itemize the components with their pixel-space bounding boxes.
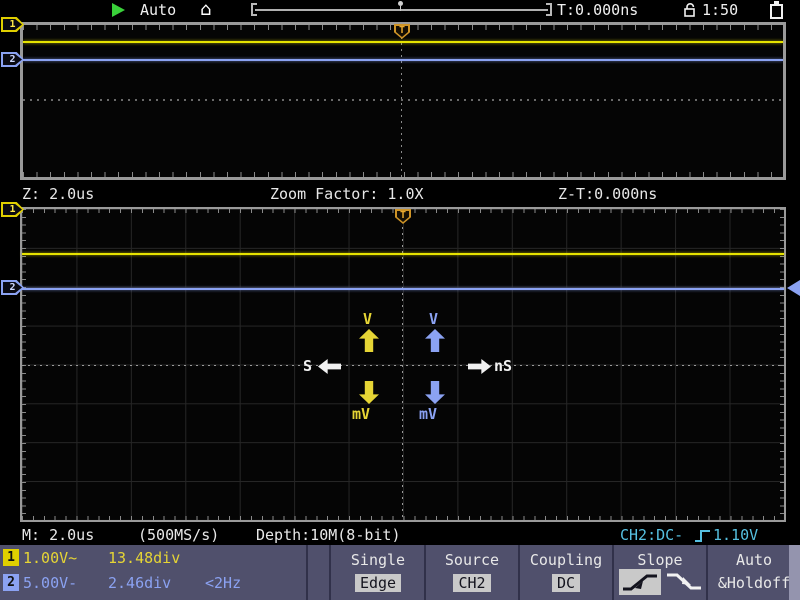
menu-separator [306, 545, 308, 600]
ch2-scale-label: 5.00V- [23, 574, 77, 592]
trigger-source-label: CH2:DC- [620, 526, 683, 544]
trigger-position-marker-main[interactable]: T [395, 209, 411, 224]
ch1-millivolts-down-arrow-icon [359, 381, 379, 404]
ch2-badge[interactable]: 2 [3, 574, 19, 591]
zoom-overview-window: T [20, 22, 786, 180]
menu-button-coupling[interactable]: Coupling DC [519, 545, 613, 600]
ch2-millivolts-hint-label: mV [419, 405, 437, 423]
acquisition-status-bar: M: 2.0us (500MS/s) Depth:10M(8-bit) CH2:… [0, 523, 800, 545]
menu-right-strip [789, 545, 800, 600]
zoom-scale-label: Z: 2.0us [22, 185, 94, 203]
unlock-icon [683, 3, 698, 17]
ch1-volts-up-arrow-icon [359, 329, 379, 352]
menu-button-auto-holdoff[interactable]: Auto &Holdoff [707, 545, 800, 600]
zoom-factor-label: Zoom Factor: 1.0X [270, 185, 424, 203]
probe-ratio-label: 1:50 [702, 1, 738, 19]
overview-center-vertical-dotted [401, 25, 402, 177]
ch1-trace-overview [23, 41, 783, 43]
falling-slope-icon[interactable] [665, 569, 705, 595]
seconds-hint-label: S [303, 357, 312, 375]
sample-rate-label: (500MS/s) [138, 526, 219, 544]
hpos-track [255, 9, 548, 11]
menu-value-holdoff[interactable]: &Holdoff [707, 574, 800, 592]
zoom-offset-label: Z-T:0.000ns [558, 185, 657, 203]
menu-button-slope[interactable]: Slope [613, 545, 707, 600]
trigger-level-marker[interactable] [787, 280, 800, 296]
ch2-volts-up-arrow-icon [425, 329, 445, 352]
ch2-frequency-label: <2Hz [205, 574, 241, 592]
main-timebase-label: M: 2.0us [22, 526, 94, 544]
ch1-millivolts-hint-label: mV [352, 405, 370, 423]
ch2-position-label: 2.46div [108, 574, 171, 592]
ch2-volts-hint-label: V [429, 310, 438, 328]
ch1-scale-label: 1.00V~ [23, 549, 77, 567]
menu-value-edge[interactable]: Edge [355, 574, 401, 592]
record-depth-label: Depth:10M(8-bit) [256, 526, 401, 544]
top-status-bar: Auto ⌂ T:0.000ns 1:50 [0, 0, 800, 20]
trigger-position-marker[interactable]: T [394, 24, 410, 39]
bottom-menu-bar: 1 1.00V~ 13.48div 2 5.00V- 2.46div <2Hz … [0, 545, 800, 600]
zoom-info-bar: Z: 2.0us Zoom Factor: 1.0X Z-T:0.000ns [0, 182, 800, 205]
ch1-position-label: 13.48div [108, 549, 180, 567]
oscilloscope-screen: Auto ⌂ T:0.000ns 1:50 T 1 2 Z: 2.0 [0, 0, 800, 600]
nanoseconds-right-arrow-icon [468, 359, 491, 374]
trigger-time-readout: T:0.000ns [557, 1, 638, 19]
menu-value-dc[interactable]: DC [552, 574, 580, 592]
run-state-play-icon[interactable] [112, 3, 125, 17]
acquire-mode-label: Auto [140, 1, 176, 19]
main-waveform-window: T V V S nS mV mV [20, 207, 786, 522]
ch1-badge[interactable]: 1 [3, 549, 19, 566]
battery-icon [770, 4, 783, 19]
horizontal-position-slider[interactable] [251, 3, 552, 16]
ch1-trace [22, 253, 784, 255]
trigger-level-readout: 1.10V [713, 526, 758, 544]
ch2-millivolts-down-arrow-icon [425, 381, 445, 404]
menu-button-single[interactable]: Single Edge [331, 545, 425, 600]
overview-center-dotted-row [23, 99, 783, 101]
menu-value-ch2[interactable]: CH2 [453, 574, 490, 592]
ch2-trace [22, 288, 784, 290]
ch1-volts-hint-label: V [363, 310, 372, 328]
home-icon[interactable]: ⌂ [200, 0, 211, 20]
center-horizontal-dotted [22, 365, 784, 366]
rising-edge-icon [694, 528, 712, 543]
nanoseconds-hint-label: nS [494, 357, 512, 375]
seconds-left-arrow-icon [318, 359, 341, 374]
rising-slope-icon[interactable] [619, 569, 661, 595]
ch2-trace-overview [23, 59, 783, 61]
menu-button-source[interactable]: Source CH2 [425, 545, 519, 600]
hpos-marker-stem [400, 6, 401, 11]
